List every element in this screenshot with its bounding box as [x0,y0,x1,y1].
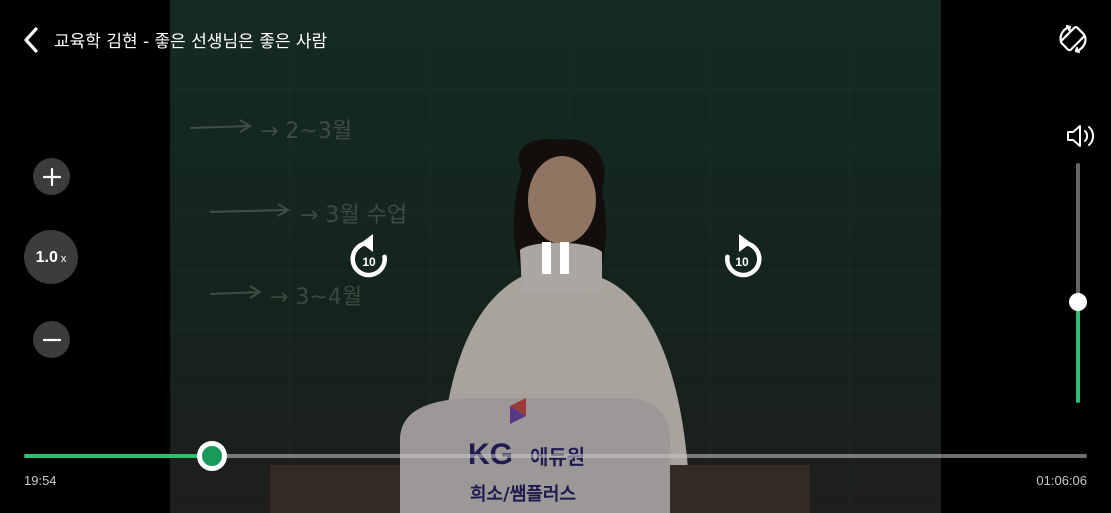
seek-bar[interactable] [24,441,1087,471]
speed-value: 1.0 [35,249,58,266]
chevron-left-icon [24,27,38,53]
pause-icon [542,242,569,274]
forward-10-button[interactable]: 10 [719,231,765,283]
total-time: 01:06:06 [1036,473,1087,488]
speed-increase-button[interactable] [33,158,70,195]
volume-button[interactable] [1064,122,1100,150]
forward-icon: 10 [725,234,762,278]
speaker-icon [1067,125,1095,147]
volume-level-fill [1076,302,1080,403]
video-title: 교육학 김현 - 좋은 선생님은 좋은 사람 [54,32,328,52]
seek-thumb[interactable] [197,441,227,471]
current-time: 19:54 [24,473,57,488]
speed-decrease-button[interactable] [33,321,70,358]
screen-rotate-icon [1059,24,1087,54]
seek-bar-progress [24,454,212,458]
rewind-seconds: 10 [362,255,376,269]
rotate-screen-button[interactable] [1056,22,1090,56]
back-button[interactable] [20,26,46,54]
rewind-icon: 10 [350,234,387,278]
minus-icon [42,338,61,341]
rewind-10-button[interactable]: 10 [347,231,393,283]
pause-button[interactable] [538,238,574,278]
forward-seconds: 10 [735,255,749,269]
speed-unit: x [60,253,67,265]
playback-speed-button[interactable]: 1.0 x [24,230,78,284]
volume-slider[interactable] [1069,163,1087,403]
volume-thumb[interactable] [1069,293,1087,311]
plus-icon [42,167,61,186]
